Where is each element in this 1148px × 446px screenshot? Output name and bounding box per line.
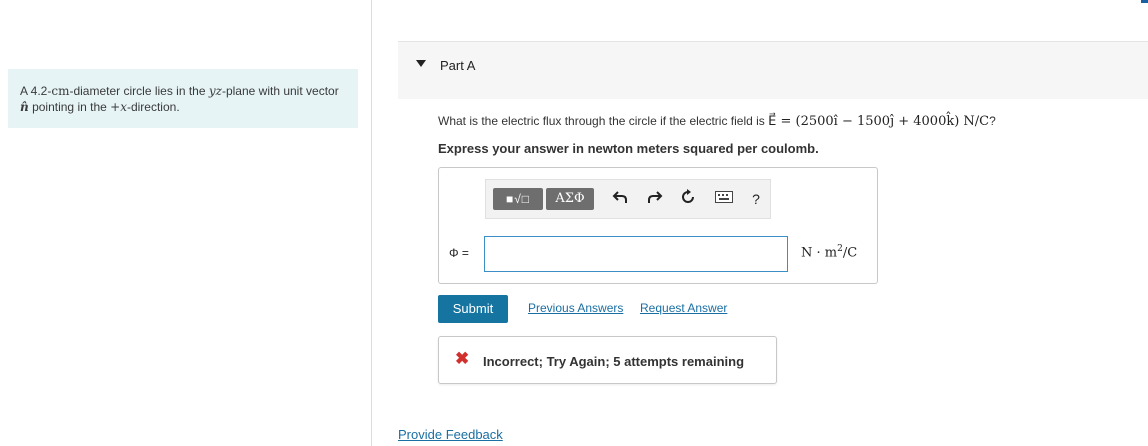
problem-text: pointing in the bbox=[28, 100, 111, 114]
problem-math-vector: n̂ bbox=[20, 100, 29, 114]
collapse-triangle-icon[interactable] bbox=[416, 60, 426, 67]
feedback-message: Incorrect; Try Again; 5 attempts remaini… bbox=[483, 354, 745, 369]
answer-instructions: Express your answer in newton meters squ… bbox=[438, 141, 819, 156]
problem-statement: A 4.2-cm-diameter circle lies in the yz-… bbox=[8, 69, 358, 128]
part-title: Part A bbox=[440, 58, 476, 73]
question-formula: E⃗ = (2500î − 1500ĵ + 4000k̂) N/C bbox=[768, 114, 990, 129]
feedback-box: ✖ Incorrect; Try Again; 5 attempts remai… bbox=[438, 336, 777, 384]
problem-text: -direction. bbox=[126, 100, 180, 114]
greek-symbols-button[interactable]: ΑΣΦ bbox=[546, 188, 594, 210]
units-denominator: /C bbox=[842, 245, 858, 261]
problem-math-unit: cm bbox=[51, 84, 70, 98]
problem-panel: A 4.2-cm-diameter circle lies in the yz-… bbox=[0, 0, 372, 446]
answer-input[interactable] bbox=[484, 236, 788, 272]
question-suffix: ? bbox=[989, 114, 996, 128]
problem-text: -plane with unit vector bbox=[221, 84, 339, 98]
redo-icon[interactable] bbox=[645, 189, 665, 209]
math-toolbar: ■√□ ΑΣΦ ? bbox=[485, 179, 771, 219]
answer-variable-label: Φ = bbox=[449, 246, 469, 260]
submit-button[interactable]: Submit bbox=[438, 295, 508, 323]
incorrect-x-icon: ✖ bbox=[455, 349, 470, 368]
answer-units: N · m2/C bbox=[801, 244, 857, 260]
request-answer-link[interactable]: Request Answer bbox=[640, 301, 727, 315]
question-text: What is the electric flux through the ci… bbox=[438, 114, 996, 129]
problem-text: A 4.2- bbox=[20, 84, 52, 98]
question-prefix: What is the electric flux through the ci… bbox=[438, 114, 769, 128]
undo-icon[interactable] bbox=[610, 189, 630, 209]
previous-answers-link[interactable]: Previous Answers bbox=[528, 301, 623, 315]
keyboard-icon[interactable] bbox=[714, 189, 734, 209]
problem-math-direction: +x bbox=[110, 100, 127, 114]
reset-icon[interactable] bbox=[678, 189, 698, 209]
help-icon[interactable]: ? bbox=[746, 189, 766, 209]
provide-feedback-link[interactable]: Provide Feedback bbox=[398, 427, 503, 442]
templates-button[interactable]: ■√□ bbox=[493, 188, 543, 210]
units-base: N · m bbox=[801, 245, 838, 261]
problem-math-plane: yz bbox=[208, 84, 222, 98]
part-header[interactable]: Part A bbox=[398, 41, 1148, 99]
problem-text: -diameter circle lies in the bbox=[69, 84, 209, 98]
corner-accent-bar bbox=[1141, 0, 1148, 3]
answer-box: ■√□ ΑΣΦ ? Φ = N · m2/C bbox=[438, 167, 878, 284]
